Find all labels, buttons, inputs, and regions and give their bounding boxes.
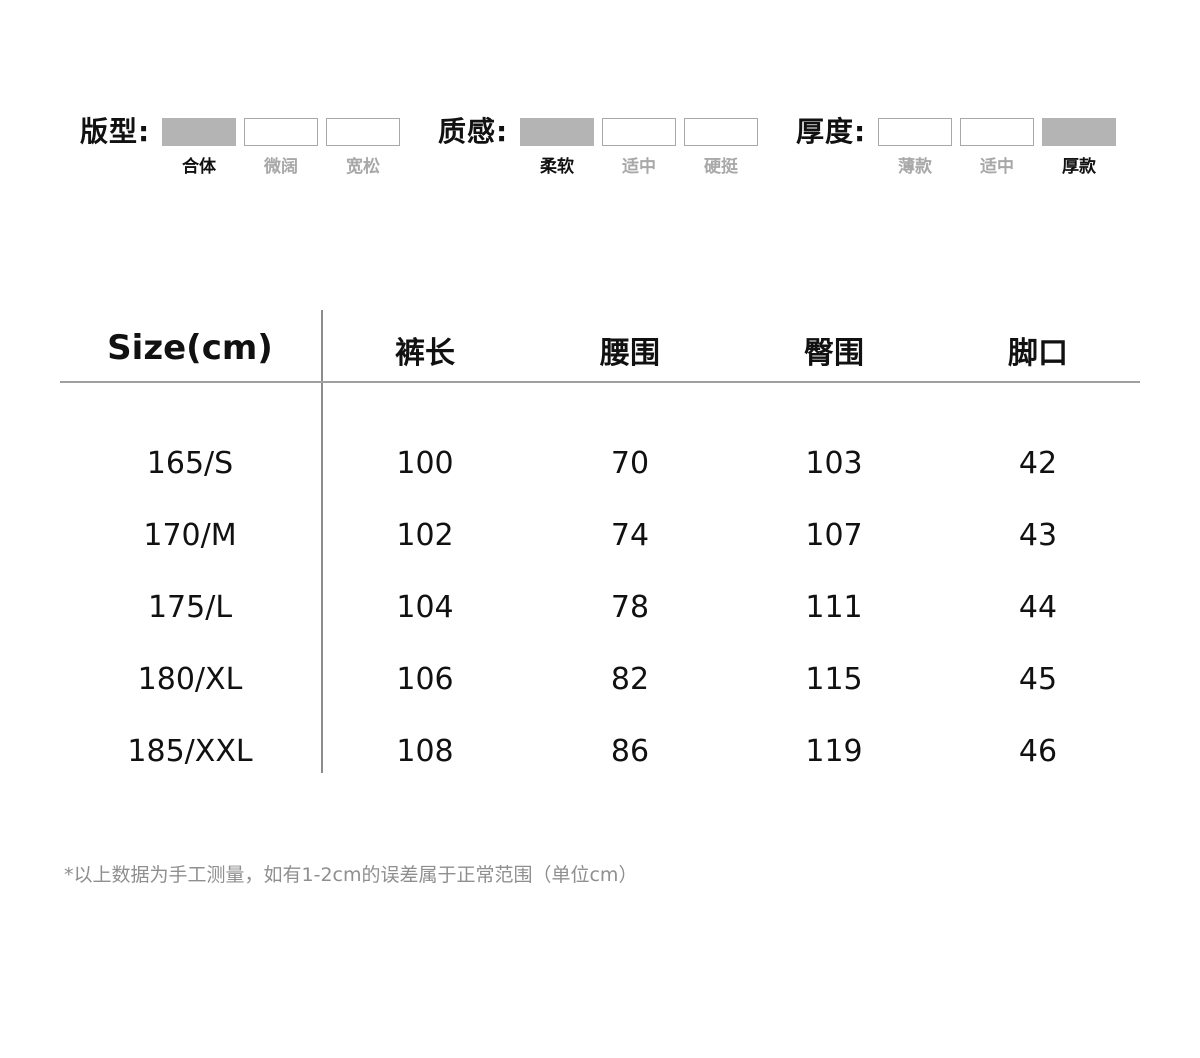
option-texture-1: 柔软 — [520, 118, 594, 177]
option-label: 适中 — [980, 157, 1014, 177]
cell-size: 185/XXL — [127, 734, 253, 769]
cell-hem: 45 — [1018, 662, 1058, 697]
header-hem: 脚口 — [1008, 336, 1068, 371]
cell-size: 180/XL — [137, 662, 243, 697]
cell-length: 106 — [396, 662, 454, 697]
table-column-divider — [321, 310, 323, 773]
cell-hip: 119 — [805, 734, 863, 769]
cell-length: 102 — [396, 518, 454, 553]
option-thickness-3: 厚款 — [1042, 118, 1116, 177]
option-texture-3: 硬挺 — [684, 118, 758, 177]
cell-hem: 42 — [1018, 446, 1058, 481]
header-hip: 臀围 — [804, 336, 864, 371]
option-box — [1042, 118, 1116, 146]
option-label: 薄款 — [898, 157, 932, 177]
option-box — [960, 118, 1034, 146]
cell-waist: 78 — [610, 590, 650, 625]
cell-length: 108 — [396, 734, 454, 769]
cell-hem: 46 — [1018, 734, 1058, 769]
option-label: 柔软 — [540, 157, 574, 177]
cell-waist: 86 — [610, 734, 650, 769]
cell-waist: 82 — [610, 662, 650, 697]
cell-size: 170/M — [143, 518, 237, 553]
cell-hip: 103 — [805, 446, 863, 481]
option-label: 硬挺 — [704, 157, 738, 177]
header-waist: 腰围 — [600, 336, 660, 371]
option-box — [326, 118, 400, 146]
attr-group-thickness: 厚度: 薄款 适中 厚款 — [796, 108, 1126, 188]
option-label: 合体 — [182, 157, 216, 177]
cell-hip: 111 — [805, 590, 863, 625]
option-box — [520, 118, 594, 146]
attr-group-fit: 版型: 合体 微阔 宽松 — [80, 108, 410, 188]
option-label: 适中 — [622, 157, 656, 177]
option-texture-2: 适中 — [602, 118, 676, 177]
attr-group-texture: 质感: 柔软 适中 硬挺 — [438, 108, 768, 188]
option-label: 厚款 — [1062, 157, 1096, 177]
cell-hem: 43 — [1018, 518, 1058, 553]
cell-size: 165/S — [146, 446, 234, 481]
measurement-note: *以上数据为手工测量，如有1-2cm的误差属于正常范围（单位cm） — [64, 864, 638, 886]
option-box — [244, 118, 318, 146]
cell-length: 100 — [396, 446, 454, 481]
option-label: 微阔 — [264, 157, 298, 177]
cell-waist: 70 — [610, 446, 650, 481]
cell-length: 104 — [396, 590, 454, 625]
cell-hem: 44 — [1018, 590, 1058, 625]
attr-title-thickness: 厚度: — [796, 115, 867, 148]
table-header-divider — [60, 381, 1140, 383]
cell-waist: 74 — [610, 518, 650, 553]
cell-hip: 107 — [805, 518, 863, 553]
attr-title-fit: 版型: — [80, 115, 151, 148]
option-thickness-2: 适中 — [960, 118, 1034, 177]
option-box — [602, 118, 676, 146]
option-box — [878, 118, 952, 146]
cell-hip: 115 — [805, 662, 863, 697]
option-box — [684, 118, 758, 146]
option-fit-1: 合体 — [162, 118, 236, 177]
header-size: Size(cm) — [107, 328, 273, 368]
header-length: 裤长 — [395, 336, 455, 371]
option-box — [162, 118, 236, 146]
option-label: 宽松 — [346, 157, 380, 177]
attr-title-texture: 质感: — [438, 115, 509, 148]
option-fit-3: 宽松 — [326, 118, 400, 177]
option-fit-2: 微阔 — [244, 118, 318, 177]
option-thickness-1: 薄款 — [878, 118, 952, 177]
cell-size: 175/L — [147, 590, 233, 625]
